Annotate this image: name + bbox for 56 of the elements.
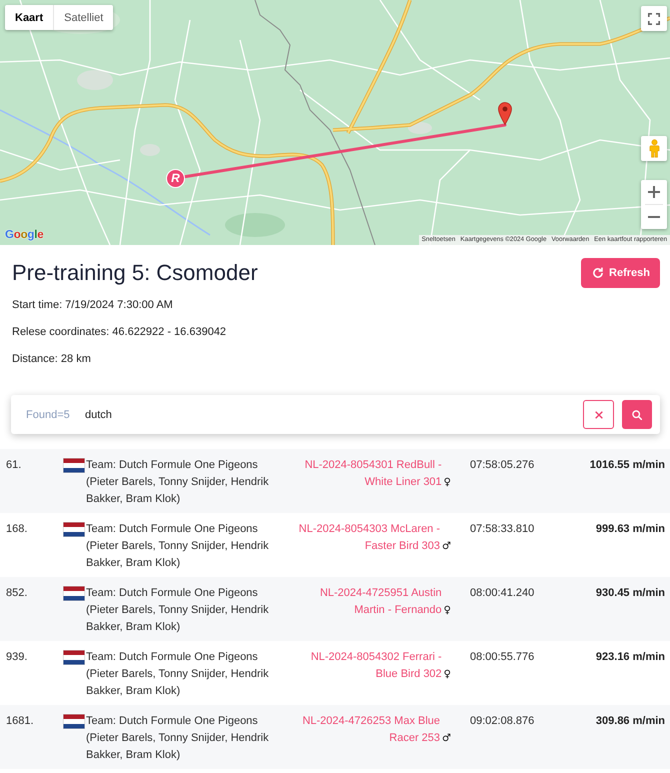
plus-icon	[648, 186, 660, 198]
arrival-time: 08:00:55.776	[469, 650, 536, 665]
google-logo[interactable]: Google	[5, 229, 44, 242]
arrival-time: 08:00:41.240	[469, 586, 536, 601]
arrival-time: 09:02:08.876	[469, 714, 536, 729]
map-pin-icon[interactable]	[498, 102, 512, 125]
minus-icon	[648, 216, 660, 218]
flag-icon	[63, 522, 85, 537]
fullscreen-button[interactable]	[641, 6, 667, 31]
search-icon	[632, 410, 642, 420]
search-field[interactable]: dutch	[85, 404, 583, 424]
sex-symbol: ♀	[444, 668, 451, 682]
flag-icon	[63, 714, 85, 729]
rank-text: 1681.	[6, 714, 35, 729]
map-type-tab[interactable]: Satelliet	[53, 5, 114, 30]
sex-symbol: ♂	[442, 732, 451, 746]
pigeon-link[interactable]: NL-2024-8054303 McLaren - Faster Bird 303	[297, 521, 440, 555]
sex-symbol: ♀	[444, 604, 451, 618]
flag-icon	[63, 650, 85, 665]
arrival-time: 07:58:33.810	[469, 522, 536, 537]
rank-text: 852.	[6, 586, 28, 601]
arrival-time: 07:58:05.276	[469, 458, 536, 473]
pegman-icon	[648, 139, 660, 158]
speed-text: 309.86 m/min	[594, 714, 665, 729]
speed-text: 930.45 m/min	[594, 586, 665, 601]
team-text: Team: Dutch Formule One Pigeons (Pieter Barels, Tonny Snijder, Hendrik Bakker, Bram Klok)	[86, 458, 270, 507]
refresh-button[interactable]: Refresh	[581, 258, 660, 288]
pigeon-link[interactable]: NL-2024-4725951 Austin Martin - Fernando	[298, 585, 442, 619]
rank-text: 939.	[6, 650, 28, 665]
rank-text: 61.	[6, 458, 22, 473]
rank-text: 168.	[6, 522, 28, 537]
speed-text: 923.16 m/min	[594, 650, 665, 665]
map-type-tab[interactable]: Kaart	[5, 5, 54, 30]
team-text: Team: Dutch Formule One Pigeons (Pieter Barels, Tonny Snijder, Hendrik Bakker, Bram Klok)	[86, 714, 270, 763]
clear-button[interactable]	[583, 400, 614, 429]
team-text: Team: Dutch Formule One Pigeons (Pieter Barels, Tonny Snijder, Hendrik Bakker, Bram Klok)	[86, 522, 270, 571]
search-button[interactable]	[622, 400, 652, 429]
race-detail: Relese coordinates: 46.622922 - 16.639042	[12, 325, 228, 340]
speed-text: 1016.55 m/min	[588, 458, 665, 473]
team-text: Team: Dutch Formule One Pigeons (Pieter Barels, Tonny Snijder, Hendrik Bakker, Bram Klok)	[86, 586, 270, 635]
flag-icon	[63, 458, 85, 473]
sex-symbol: ♀	[444, 476, 451, 490]
race-detail: Start time: 7/19/2024 7:30:00 AM	[12, 298, 174, 313]
race-title: Pre-training 5: Csomoder	[12, 259, 258, 287]
team-text: Team: Dutch Formule One Pigeons (Pieter Barels, Tonny Snijder, Hendrik Bakker, Bram Klok)	[86, 650, 270, 699]
speed-text: 999.63 m/min	[594, 522, 665, 537]
pigeon-link[interactable]: NL-2024-8054301 RedBull - White Liner 301	[298, 457, 442, 491]
pigeon-link[interactable]: NL-2024-4726253 Max Blue Racer 253	[297, 713, 440, 747]
pigeon-link[interactable]: NL-2024-8054302 Ferrari - Blue Bird 302	[298, 649, 442, 683]
refresh-icon	[592, 267, 604, 279]
flag-icon	[63, 586, 85, 601]
fullscreen-icon	[648, 12, 660, 24]
sex-symbol: ♂	[442, 540, 451, 554]
close-icon	[594, 410, 602, 418]
race-detail: Distance: 28 km	[12, 352, 92, 367]
result-count: Found=5	[26, 408, 71, 420]
